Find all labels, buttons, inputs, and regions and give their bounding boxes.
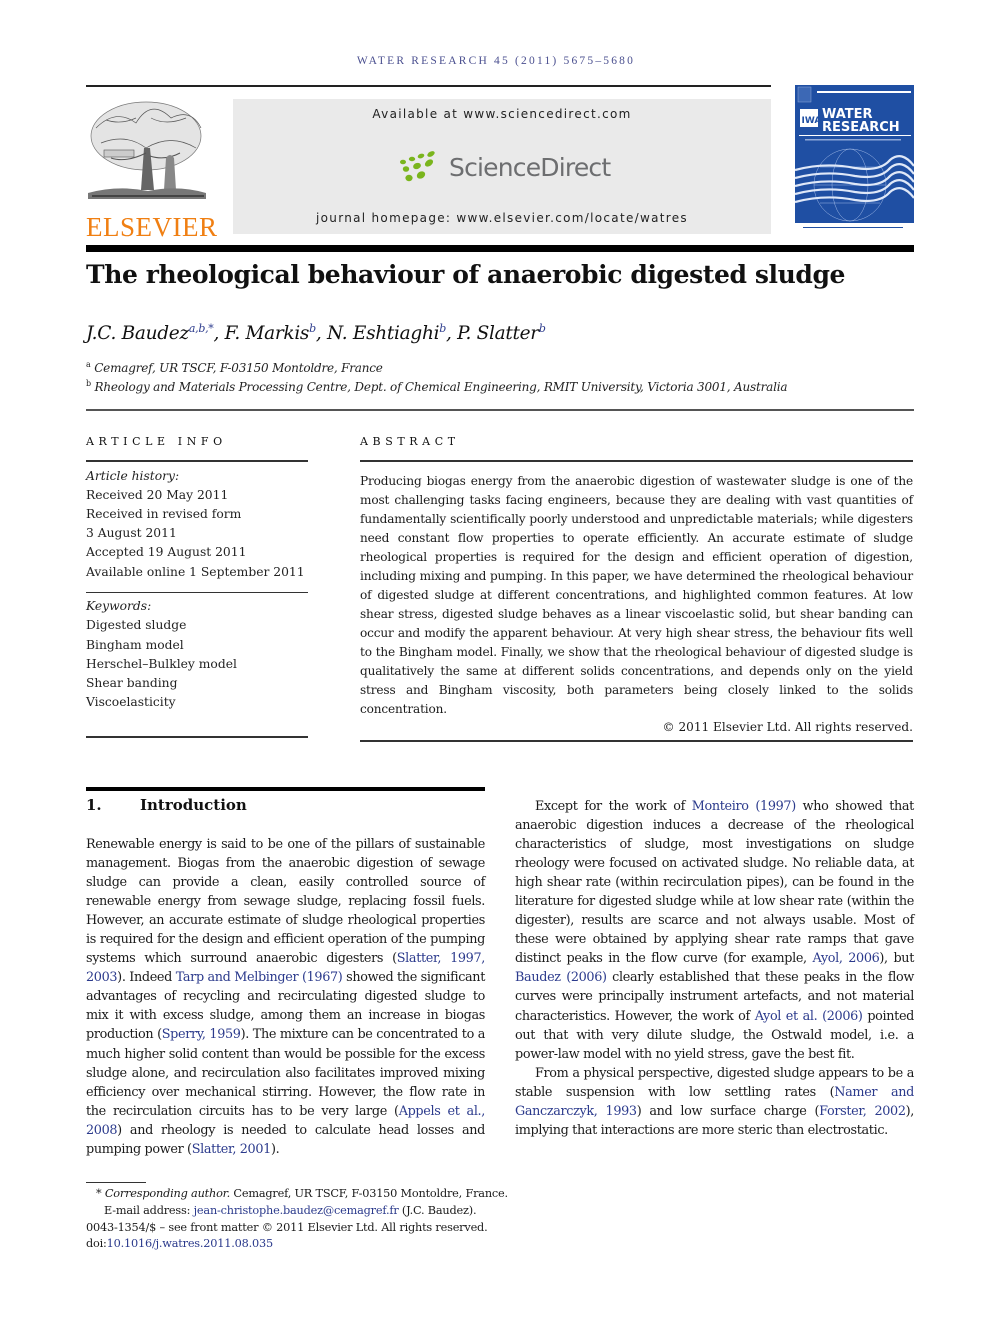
- abstract-text: Producing biogas energy from the anaerob…: [360, 473, 913, 717]
- svg-text:RESEARCH: RESEARCH: [822, 120, 900, 135]
- doi-link[interactable]: 10.1016/j.watres.2011.08.035: [107, 1237, 274, 1250]
- affiliation-mark: b: [86, 379, 91, 388]
- abstract-heading: ABSTRACT: [360, 435, 460, 448]
- intro-paragraph-2: Except for the work of Monteiro (1997) w…: [515, 797, 914, 1064]
- paragraph-text: ). Indeed: [117, 970, 176, 986]
- citation-link[interactable]: Ayol et al. (2006): [755, 1009, 863, 1024]
- citation-link[interactable]: Ayol, 2006: [812, 951, 879, 966]
- elsevier-wordmark: ELSEVIER: [86, 212, 218, 242]
- doi-line: doi:10.1016/j.watres.2011.08.035: [86, 1236, 686, 1253]
- citation-link[interactable]: Sperry, 1959: [162, 1027, 241, 1042]
- corresponding-text: Cemagref, UR TSCF, F-03150 Montoldre, Fr…: [230, 1187, 508, 1200]
- sciencedirect-wordmark: ScienceDirect: [449, 152, 611, 182]
- email-link[interactable]: jean-christophe.baudez@cemagref.fr: [194, 1204, 399, 1217]
- header-rule: [86, 85, 771, 87]
- paragraph-text: Renewable energy is said to be one of th…: [86, 837, 485, 967]
- author-affiliation-mark[interactable]: b: [439, 322, 446, 335]
- citation-link[interactable]: Slatter, 2001: [192, 1142, 272, 1157]
- journal-cover[interactable]: IWA WATER RESEARCH: [795, 85, 914, 235]
- body-column-right: Except for the work of Monteiro (1997) w…: [515, 797, 914, 1140]
- water-research-cover-icon: IWA WATER RESEARCH: [795, 85, 914, 235]
- elsevier-tree-icon: [88, 101, 206, 199]
- issn-line: 0043-1354/$ – see front matter © 2011 El…: [86, 1220, 488, 1234]
- affiliation-text: Cemagref, UR TSCF, F-03150 Montoldre, Fr…: [94, 361, 383, 375]
- section-title: Introduction: [140, 796, 247, 814]
- author-name[interactable]: J.C. Baudez: [86, 323, 189, 344]
- history-item: Received 20 May 2011: [86, 487, 229, 502]
- intro-paragraph-1: Renewable energy is said to be one of th…: [86, 835, 485, 1159]
- citation-link[interactable]: Forster, 2002: [819, 1104, 906, 1119]
- keyword-item: Digested sludge: [86, 618, 187, 633]
- section-number: 1.: [86, 796, 102, 814]
- paragraph-text: ).: [270, 1141, 280, 1157]
- email-note: E-mail address: jean-christophe.baudez@c…: [86, 1203, 686, 1220]
- citation-link[interactable]: Monteiro (1997): [692, 799, 796, 814]
- keyword-item: Viscoelasticity: [86, 695, 176, 710]
- paragraph-text: ) and low surface charge (: [636, 1103, 820, 1119]
- paragraph-text: who showed that anaerobic digestion indu…: [515, 799, 914, 967]
- corresponding-author-note: * Corresponding author. Cemagref, UR TSC…: [86, 1186, 686, 1203]
- article-info-heading: ARTICLE INFO: [86, 435, 227, 448]
- article-history-label: Article history:: [86, 468, 180, 483]
- history-item: Received in revised form: [86, 506, 242, 521]
- affiliation-b: b Rheology and Materials Processing Cent…: [86, 379, 788, 394]
- footnotes: * Corresponding author. Cemagref, UR TSC…: [86, 1186, 686, 1253]
- author-affiliation-mark[interactable]: b: [309, 322, 316, 335]
- author-list: J.C. Baudeza,b,*, F. Markisb, N. Eshtiag…: [86, 322, 546, 344]
- history-item: Available online 1 September 2011: [86, 564, 305, 579]
- author-affiliation-mark[interactable]: b: [539, 322, 546, 335]
- footnote-star: *: [96, 1187, 102, 1200]
- paragraph-text: Except for the work of: [535, 799, 692, 814]
- keywords-label: Keywords:: [86, 599, 152, 614]
- author-separator: ,: [445, 323, 458, 345]
- title-rule: [86, 245, 914, 252]
- available-at-link[interactable]: Available at www.sciencedirect.com: [233, 107, 771, 121]
- author-separator: ,: [315, 323, 328, 345]
- journal-homepage-link[interactable]: journal homepage: www.elsevier.com/locat…: [233, 211, 771, 225]
- affiliation-text: Rheology and Materials Processing Centre…: [94, 380, 788, 394]
- body-column-left: Renewable energy is said to be one of th…: [86, 835, 485, 1159]
- doi-label: doi:: [86, 1237, 107, 1251]
- author-name[interactable]: F. Markis: [225, 323, 310, 344]
- keyword-item: Herschel–Bulkley model: [86, 656, 237, 671]
- article-info-rule: [86, 460, 308, 462]
- affiliation-mark: a: [86, 360, 91, 369]
- article-info: ARTICLE INFO Article history: Received 2…: [86, 435, 308, 738]
- section-rule: [86, 787, 485, 791]
- author-affiliation-mark[interactable]: a,b,*: [189, 322, 214, 335]
- paragraph-text: ) and rheology is needed to calculate he…: [86, 1122, 485, 1157]
- keyword-item: Bingham model: [86, 637, 184, 652]
- history-item: 3 August 2011: [86, 526, 177, 541]
- running-head: WATER RESEARCH 45 (2011) 5675–5680: [356, 55, 636, 67]
- keywords-rule: [86, 591, 308, 594]
- abstract-copyright: © 2011 Elsevier Ltd. All rights reserved…: [662, 720, 914, 735]
- paragraph-text: ), but: [879, 951, 914, 967]
- keyword-item: Shear banding: [86, 676, 178, 691]
- corresponding-label: Corresponding author.: [104, 1187, 231, 1200]
- citation-link[interactable]: Tarp and Melbinger (1967): [176, 970, 343, 985]
- author-name[interactable]: N. Eshtiaghi: [327, 323, 439, 344]
- citation-link[interactable]: Baudez (2006): [515, 970, 607, 985]
- sciencedirect-logo[interactable]: ScienceDirect: [399, 149, 611, 185]
- author-separator: ,: [213, 323, 225, 345]
- intro-paragraph-3: From a physical perspective, digested sl…: [515, 1064, 914, 1140]
- article-title: The rheological behaviour of anaerobic d…: [86, 260, 846, 289]
- footnote-rule: [86, 1182, 146, 1183]
- affiliation-a: a Cemagref, UR TSCF, F-03150 Montoldre, …: [86, 360, 383, 375]
- author-name[interactable]: P. Slatter: [457, 323, 539, 344]
- abstract-bottom-rule: [360, 740, 913, 742]
- sciencedirect-dots-icon: [400, 151, 435, 182]
- affiliation-rule: [86, 409, 914, 411]
- email-label: E-mail address:: [104, 1203, 194, 1217]
- sciencedirect-banner: Available at www.sciencedirect.com Scien…: [233, 99, 771, 234]
- history-item: Accepted 19 August 2011: [86, 545, 247, 560]
- svg-text:IWA: IWA: [802, 116, 822, 126]
- email-suffix: (J.C. Baudez).: [398, 1203, 477, 1217]
- section-heading-introduction: 1. Introduction: [86, 796, 247, 814]
- article-info-bottom-rule: [86, 736, 308, 738]
- elsevier-logo[interactable]: ELSEVIER: [86, 98, 218, 242]
- abstract: ABSTRACT Producing biogas energy from th…: [360, 435, 913, 742]
- abstract-rule: [360, 460, 913, 462]
